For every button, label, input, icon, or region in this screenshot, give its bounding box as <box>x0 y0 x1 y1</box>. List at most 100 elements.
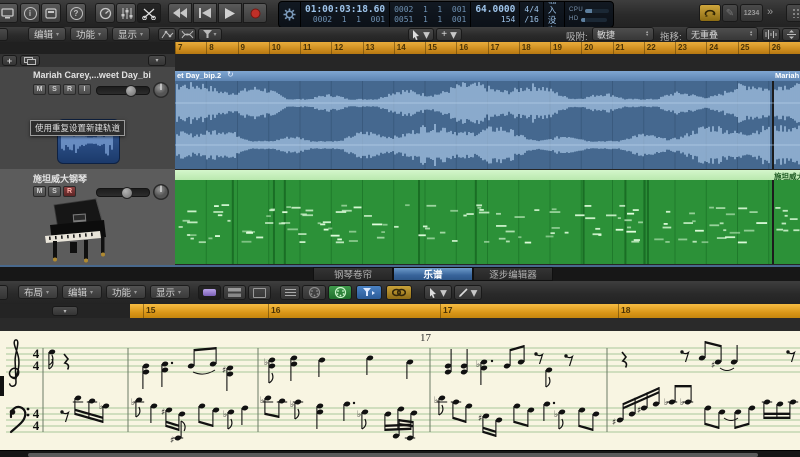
score-catch-button[interactable]: ▾ <box>52 306 78 316</box>
lcd-midi-io[interactable]: 没有输入 没有输出 <box>544 2 565 27</box>
view-mode-page-button[interactable] <box>248 285 271 300</box>
arrange-edit-menu[interactable]: 编辑▾ <box>28 27 66 41</box>
chevron-down-icon: ▾ <box>56 31 59 38</box>
horizontal-scrollbar[interactable] <box>0 450 800 457</box>
toolbar-button[interactable] <box>95 3 115 23</box>
tab-step-editor[interactable]: 逐步编辑器 <box>473 267 553 281</box>
ruler-tick <box>644 42 645 54</box>
track-header-collapse-button[interactable]: ▾ <box>148 55 166 66</box>
autopunch-button[interactable]: ✎ <box>722 4 738 22</box>
midi-in-button[interactable] <box>302 285 326 300</box>
score-canvas[interactable]: 444417♭♯♭♯♯♭♭♭♭♭♭♭♯♭♯♯♯♭♭ <box>0 318 800 450</box>
score-functions-menu[interactable]: 功能▾ <box>106 285 146 299</box>
track-filter-button[interactable]: ▾ <box>198 28 222 41</box>
pan-knob[interactable] <box>150 79 172 101</box>
vertical-zoom-button[interactable] <box>782 28 800 41</box>
track-name[interactable]: Mariah Carey,...weet Day_bip <box>33 70 151 80</box>
go-to-beginning-button[interactable] <box>193 3 217 23</box>
quick-help-button[interactable]: ? <box>66 3 86 23</box>
arrange-functions-menu[interactable]: 功能▾ <box>70 27 108 41</box>
mute-button[interactable]: M <box>33 186 46 197</box>
crosshair-tool-icon: + <box>441 29 447 40</box>
solo-button[interactable]: S <box>48 84 61 95</box>
rewind-button[interactable] <box>168 3 192 23</box>
chevron-down-icon: ▾ <box>90 289 93 296</box>
duplicate-track-button[interactable] <box>20 55 40 66</box>
midi-region-header[interactable]: 施坦威大 <box>175 170 800 180</box>
lcd-locators[interactable]: 0002 1 1 001 0051 1 1 001 <box>390 2 471 27</box>
event-list-button[interactable] <box>280 285 300 300</box>
solo-button[interactable]: S <box>48 186 61 197</box>
screen-set-button[interactable] <box>0 3 18 23</box>
lcd-time-position[interactable]: 01:00:03:18.60 0002 1 1 001 <box>301 2 390 27</box>
lcd-tempo[interactable]: 64.0000 154 <box>471 2 520 27</box>
lcd-performance[interactable]: CPU HD <box>565 2 613 27</box>
lcd-settings[interactable] <box>279 2 301 27</box>
track-header-piano[interactable]: 施坦威大钢琴 M S R <box>0 169 175 265</box>
lcd-signature[interactable]: 4/4 /16 <box>520 2 543 27</box>
score-pointer-tool[interactable]: ▾ <box>424 285 452 300</box>
control-bar-overflow-button[interactable] <box>786 4 800 22</box>
record-enable-button[interactable]: R <box>63 84 76 95</box>
vertical-zoom-icon <box>786 30 797 39</box>
audio-region-header[interactable]: et Day_bip.2 ↻ Mariah <box>175 71 800 81</box>
track-header-audio[interactable]: Mariah Carey,...weet Day_bip M S R I <box>0 67 175 170</box>
scrollbar-thumb[interactable] <box>28 453 758 457</box>
ruler-number: 7 <box>178 43 182 52</box>
lcd-tempo-bottom: 154 <box>475 15 515 25</box>
pan-knob[interactable] <box>150 181 172 203</box>
cycle-button[interactable] <box>699 4 721 22</box>
lcd-time-signature: 4/4 <box>524 5 538 15</box>
library-button[interactable]: i <box>20 3 40 23</box>
mute-button[interactable]: M <box>33 84 46 95</box>
midi-region[interactable]: 施坦威大 <box>175 170 800 264</box>
audio-region[interactable]: et Day_bip.2 ↻ Mariah <box>175 71 800 169</box>
volume-slider[interactable] <box>96 188 150 197</box>
track-header-toolbar: + ▾ <box>0 54 175 68</box>
view-mode-wrapped-button[interactable] <box>223 285 246 300</box>
lcd-smpte-time: 01:00:03:18.60 <box>305 5 385 15</box>
record-enable-button[interactable]: R <box>63 186 76 197</box>
track-name[interactable]: 施坦威大钢琴 <box>33 172 151 185</box>
menu-label: 功能 <box>112 285 131 299</box>
lcd-display[interactable]: 01:00:03:18.60 0002 1 1 001 0002 1 1 001… <box>278 1 614 28</box>
add-track-button[interactable]: + <box>2 55 17 66</box>
command-click-tool-selector[interactable]: + ▾ <box>436 28 462 41</box>
drag-select[interactable]: 无重叠 ▲▼ <box>686 27 758 41</box>
view-mode-linear-button[interactable] <box>198 285 221 300</box>
input-monitor-button[interactable]: I <box>78 84 91 95</box>
tab-score[interactable]: 乐谱 <box>393 267 473 281</box>
tools-button[interactable] <box>137 3 161 23</box>
score-view-menu[interactable]: 显示▾ <box>150 285 190 299</box>
clipped-left-button[interactable] <box>0 285 8 300</box>
score-pencil-tool[interactable]: ▾ <box>454 285 482 300</box>
more-chevron-icon[interactable]: » <box>767 6 773 18</box>
ruler-number: 11 <box>303 43 311 52</box>
play-button[interactable] <box>218 3 242 23</box>
record-button[interactable] <box>243 3 267 23</box>
arrange-view-menu[interactable]: 显示▾ <box>112 27 150 41</box>
link-button[interactable] <box>386 285 412 300</box>
snap-select[interactable]: 敏捷 ▲▼ <box>592 27 654 41</box>
volume-slider[interactable] <box>96 86 150 95</box>
snap-value: 敏捷 <box>597 28 615 41</box>
pointer-tool-icon <box>412 30 420 40</box>
midi-in-active-button[interactable] <box>328 285 352 300</box>
automation-button[interactable] <box>158 28 176 41</box>
score-bar-ruler[interactable]: 15161718 <box>130 304 800 319</box>
catch-filter-button[interactable] <box>356 285 382 300</box>
clipped-left-button[interactable] <box>0 28 8 41</box>
left-click-tool-selector[interactable]: ▾ <box>408 28 434 41</box>
count-in-button[interactable]: 1234 <box>740 4 763 22</box>
score-edit-menu[interactable]: 编辑▾ <box>62 285 102 299</box>
ruler-tick <box>331 42 332 54</box>
menu-label: 布局 <box>24 285 43 299</box>
waveform-zoom-button[interactable] <box>762 28 780 41</box>
tab-piano-roll[interactable]: 钢琴卷帘 <box>313 267 393 281</box>
mixer-button[interactable] <box>116 3 136 23</box>
crossfade-button[interactable] <box>178 28 196 41</box>
menu-label: 功能 <box>76 27 95 41</box>
inspector-button[interactable] <box>41 3 61 23</box>
ruler-tick <box>769 42 770 54</box>
score-layout-menu[interactable]: 布局▾ <box>18 285 58 299</box>
